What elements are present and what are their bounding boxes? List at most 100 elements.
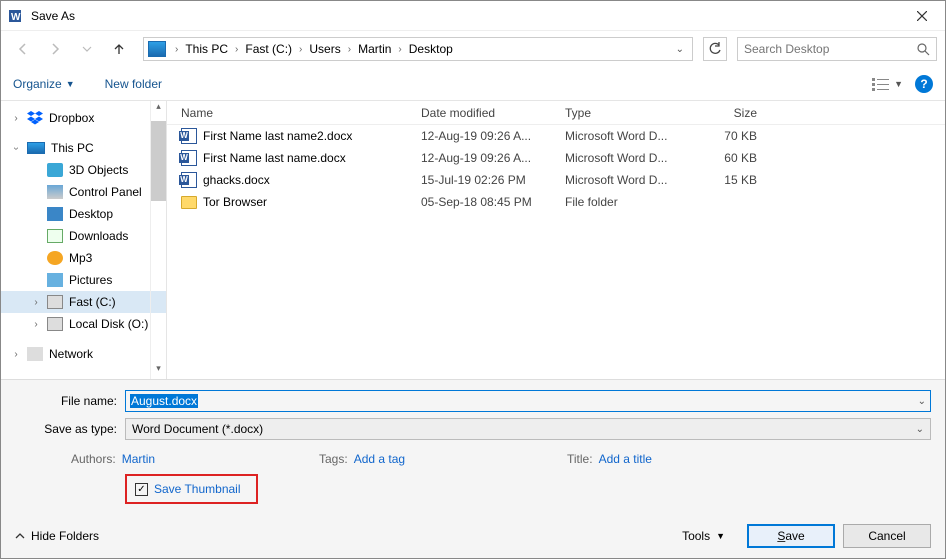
pc-icon [148,41,166,57]
tags-value[interactable]: Add a tag [354,452,405,466]
new-folder-button[interactable]: New folder [105,77,162,91]
chevron-down-icon: ▼ [66,79,75,89]
save-thumbnail-label[interactable]: Save Thumbnail [154,482,241,496]
address-dropdown[interactable]: ⌄ [672,44,688,55]
3d-objects-icon [47,163,63,177]
file-size: 15 KB [689,173,767,187]
authors-value[interactable]: Martin [122,452,155,466]
help-button[interactable]: ? [915,75,933,93]
back-button[interactable] [9,36,37,62]
breadcrumb-fastc[interactable]: Fast (C:) [243,42,294,56]
file-list-pane: Name Date modified Type Size First Name … [167,101,945,379]
tree-pictures[interactable]: Pictures [1,269,166,291]
address-bar[interactable]: › This PC › Fast (C:) › Users › Martin ›… [143,37,693,61]
type-value: Word Document (*.docx) [132,422,263,436]
tree-localo[interactable]: ›Local Disk (O:) [1,313,166,335]
breadcrumb-martin[interactable]: Martin [356,42,393,56]
title-bar: W Save As [1,1,945,31]
organize-menu[interactable]: Organize ▼ [13,77,75,91]
file-name: ghacks.docx [203,173,270,187]
tree-3d-objects[interactable]: 3D Objects [1,159,166,181]
file-rows: First Name last name2.docx12-Aug-19 09:2… [167,125,945,213]
save-thumbnail-highlight: ✓ Save Thumbnail [125,474,258,504]
tree-scrollbar[interactable]: ▴▾ [150,101,166,379]
tree-fastc[interactable]: ›Fast (C:) [1,291,166,313]
desktop-icon [47,207,63,221]
file-date: 05-Sep-18 08:45 PM [421,195,565,209]
file-size: 70 KB [689,129,767,143]
up-button[interactable] [105,36,133,62]
file-row[interactable]: First Name last name2.docx12-Aug-19 09:2… [167,125,945,147]
forward-button[interactable] [41,36,69,62]
dropbox-icon [27,111,43,125]
tree-dropbox[interactable]: ›Dropbox [1,107,166,129]
tree-downloads[interactable]: Downloads [1,225,166,247]
file-row[interactable]: Tor Browser 05-Sep-18 08:45 PMFile folder [167,191,945,213]
tree-mp3[interactable]: Mp3 [1,247,166,269]
chevron-up-icon [15,531,25,541]
type-label: Save as type: [15,422,125,436]
col-name[interactable]: Name [167,106,421,120]
file-type: Microsoft Word D... [565,151,689,165]
music-icon [47,251,63,265]
save-thumbnail-checkbox[interactable]: ✓ [135,483,148,496]
file-size: 60 KB [689,151,767,165]
file-type: File folder [565,195,689,209]
search-input[interactable] [744,42,917,56]
file-date: 15-Jul-19 02:26 PM [421,173,565,187]
window-title: Save As [31,9,75,23]
chevron-down-icon: ▼ [894,79,903,89]
file-name: First Name last name.docx [203,151,346,165]
save-as-dialog: W Save As › This PC › Fast (C:) › Users … [0,0,946,559]
control-panel-icon [47,185,63,199]
tags-label: Tags: [319,452,348,466]
file-row[interactable]: First Name last name.docx 12-Aug-19 09:26… [167,147,945,169]
col-size[interactable]: Size [689,106,767,120]
recent-dropdown[interactable] [73,36,101,62]
tools-menu[interactable]: Tools ▼ [682,529,725,543]
svg-text:W: W [11,12,21,23]
breadcrumb-desktop[interactable]: Desktop [407,42,455,56]
chevron-down-icon: ▼ [716,531,725,541]
column-headers: Name Date modified Type Size [167,101,945,125]
arrow-right-icon [48,42,62,56]
save-button[interactable]: Save [747,524,835,548]
arrow-up-icon [112,42,126,56]
refresh-button[interactable] [703,37,727,61]
word-doc-icon [181,172,197,188]
folder-icon [181,196,197,209]
chevron-down-icon[interactable]: ⌄ [918,396,926,407]
view-menu[interactable]: ▼ [872,77,903,91]
expand-icon[interactable]: › [31,319,41,330]
file-type: Microsoft Word D... [565,173,689,187]
tree-control-panel[interactable]: Control Panel [1,181,166,203]
type-select[interactable]: Word Document (*.docx) ⌄ [125,418,931,440]
expand-icon[interactable]: › [11,349,21,360]
col-date[interactable]: Date modified [421,106,565,120]
file-name: Tor Browser [203,195,267,209]
filename-input[interactable]: August.docx ⌄ [125,390,931,412]
close-button[interactable] [899,1,945,31]
file-date: 12-Aug-19 09:26 A... [421,151,565,165]
hide-folders-button[interactable]: Hide Folders [15,529,99,543]
collapse-icon[interactable]: › [11,143,22,153]
col-type[interactable]: Type [565,106,689,120]
breadcrumb-sep: › [170,44,183,55]
cancel-button[interactable]: Cancel [843,524,931,548]
view-icon [872,77,890,91]
breadcrumb-thispc[interactable]: This PC [183,42,230,56]
file-row[interactable]: ghacks.docx 15-Jul-19 02:26 PMMicrosoft W… [167,169,945,191]
expand-icon[interactable]: › [31,297,41,308]
breadcrumb-users[interactable]: Users [307,42,342,56]
search-box[interactable] [737,37,937,61]
file-date: 12-Aug-19 09:26 A... [421,129,565,143]
tree-thispc[interactable]: ›This PC [1,137,166,159]
word-app-icon: W [9,8,25,24]
word-doc-icon [181,128,197,144]
toolbar: Organize ▼ New folder ▼ ? [1,67,945,101]
title-value[interactable]: Add a title [599,452,652,466]
tree-network[interactable]: ›Network [1,343,166,365]
expand-icon[interactable]: › [11,113,21,124]
refresh-icon [708,42,722,56]
tree-desktop[interactable]: Desktop [1,203,166,225]
